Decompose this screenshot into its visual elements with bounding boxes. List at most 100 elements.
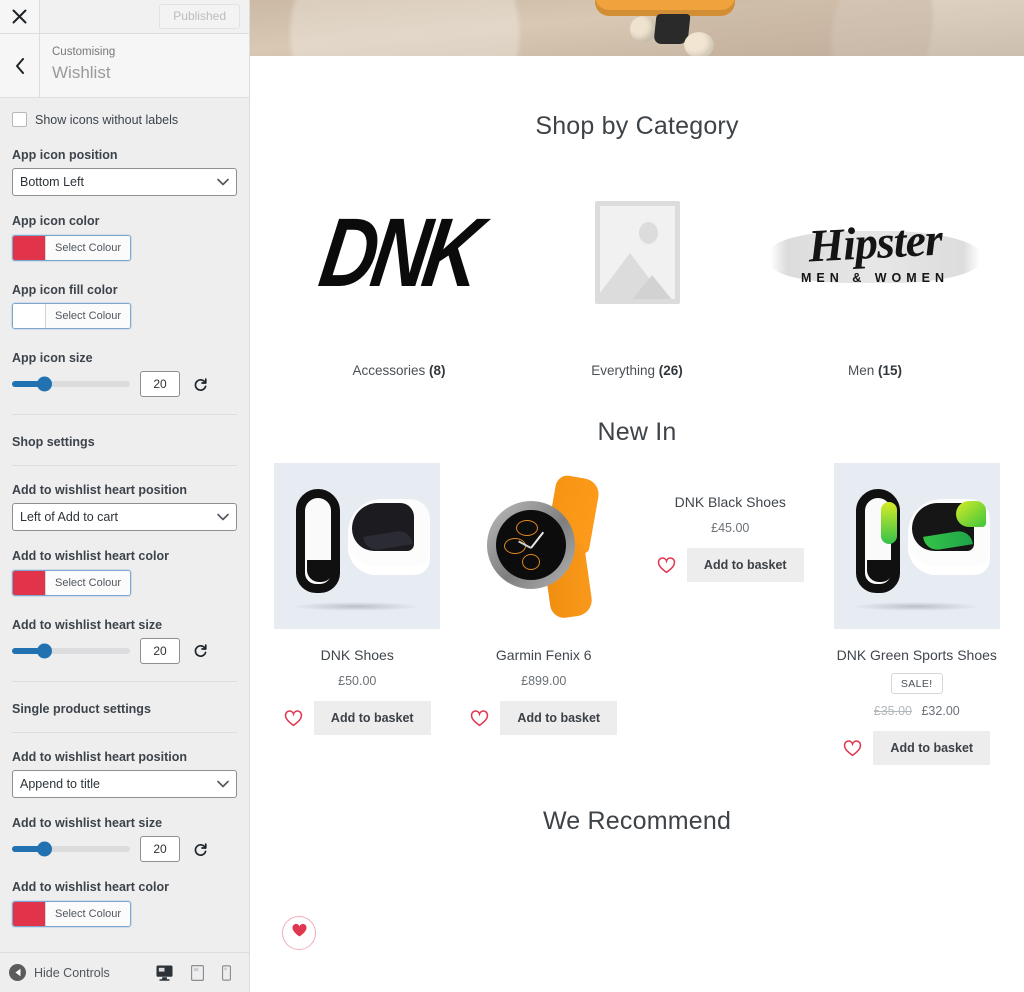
product-card[interactable]: DNK Green Sports Shoes SALE! £35.00 £32.…	[824, 463, 1011, 766]
category-label: Men (15)	[848, 363, 902, 378]
product-price: £50.00	[338, 674, 377, 689]
dnk-green-sports-shoes-image[interactable]	[833, 463, 1000, 629]
shop-heart-color-select-button[interactable]: Select Colour	[46, 570, 131, 595]
app-icon-position-select[interactable]: Bottom Left	[12, 168, 237, 197]
show-icons-without-labels-row[interactable]: Show icons without labels	[12, 112, 237, 127]
breadcrumb: Customising	[52, 46, 116, 58]
shop-heart-size-slider[interactable]	[12, 643, 130, 659]
app-icon-fill-color-label: App icon fill color	[12, 282, 118, 297]
app-icon-fill-color-picker[interactable]: Select Colour	[12, 302, 132, 329]
dnk-shoes-image[interactable]	[274, 463, 441, 629]
app-icon-fill-color-swatch[interactable]	[13, 303, 46, 328]
app-icon-size-label: App icon size	[12, 350, 93, 365]
panel-titles: Customising Wishlist	[40, 34, 115, 97]
divider-single-2	[12, 731, 237, 733]
chevron-left-icon[interactable]	[0, 34, 40, 97]
app-icon-position-control: App icon position Bottom Left	[12, 147, 237, 197]
app-icon-size-slider[interactable]	[12, 376, 130, 392]
product-title[interactable]: Garmin Fenix 6	[496, 646, 592, 664]
app-icon-color-swatch[interactable]	[13, 235, 46, 260]
reset-icon[interactable]	[190, 374, 210, 394]
customizer-footer: Hide Controls	[0, 952, 249, 992]
dnk-logo-icon: DNK	[313, 197, 485, 307]
product-card[interactable]: DNK Shoes £50.00 Add to basket	[264, 463, 451, 736]
add-to-wishlist-heart-icon[interactable]	[843, 740, 862, 757]
product-card[interactable]: DNK Black Shoes £45.00 Add to basket	[637, 463, 824, 583]
single-heart-color-picker[interactable]: Select Colour	[12, 900, 132, 927]
category-grid: DNK Accessories (8) Everything (26) Hips…	[250, 157, 1024, 378]
skateboard-wheel-front	[630, 16, 656, 42]
shop-heart-position-select[interactable]: Left of Add to cart	[12, 503, 237, 532]
category-name: Men	[847, 363, 875, 378]
collapse-icon	[9, 964, 26, 981]
product-card[interactable]: Garmin Fenix 6 £899.00 Add to basket	[451, 463, 638, 736]
reset-icon[interactable]	[190, 641, 210, 661]
customizer-sidebar: Published Customising Wishlist Show icon…	[0, 0, 250, 992]
customizer-topbar: Published	[0, 0, 249, 34]
reset-icon[interactable]	[190, 839, 210, 859]
product-price: £35.00 £32.00	[874, 704, 960, 718]
floating-wishlist-button[interactable]	[282, 916, 316, 950]
single-heart-position-select[interactable]: Append to title	[12, 770, 237, 798]
shop-heart-size-input[interactable]	[140, 637, 180, 664]
app-icon-size-input[interactable]	[140, 371, 180, 397]
category-card-men[interactable]: Hipster MEN & WOMEN Men (15)	[756, 157, 994, 378]
single-heart-color-select-button[interactable]: Select Colour	[46, 901, 131, 926]
desktop-icon[interactable]	[156, 964, 173, 981]
add-to-basket-button[interactable]: Add to basket	[873, 731, 991, 766]
mobile-icon[interactable]	[222, 964, 231, 981]
single-heart-color-control: Add to wishlist heart color Select Colou…	[12, 879, 237, 930]
single-heart-size-slider[interactable]	[12, 841, 130, 857]
site-preview[interactable]: Shop by Category DNK Accessories (8) Eve…	[250, 0, 1024, 992]
product-title[interactable]: DNK Shoes	[321, 646, 394, 664]
add-to-basket-button[interactable]: Add to basket	[686, 548, 804, 583]
single-heart-size-label: Add to wishlist heart size	[12, 816, 163, 830]
add-to-basket-button[interactable]: Add to basket	[500, 701, 618, 736]
app-icon-color-picker[interactable]: Select Colour	[12, 234, 132, 261]
product-sale-price: £32.00	[921, 704, 960, 719]
garmin-fenix-6-image[interactable]	[461, 463, 627, 629]
sale-badge: SALE!	[890, 673, 943, 695]
hide-controls-button[interactable]: Hide Controls	[9, 964, 110, 981]
shop-by-category-title: Shop by Category	[535, 112, 739, 140]
category-card-accessories[interactable]: DNK Accessories (8)	[280, 157, 518, 378]
close-icon[interactable]	[0, 0, 40, 33]
add-to-basket-button[interactable]: Add to basket	[313, 701, 431, 736]
shop-heart-color-picker[interactable]: Select Colour	[12, 569, 132, 596]
publish-button[interactable]: Published	[159, 4, 240, 29]
app-icon-fill-color-select-button[interactable]: Select Colour	[46, 303, 131, 328]
shop-heart-size-label: Add to wishlist heart size	[12, 617, 163, 632]
tablet-icon[interactable]	[191, 964, 204, 981]
shop-heart-position-control: Add to wishlist heart position Left of A…	[12, 482, 237, 532]
app-icon-color-label: App icon color	[12, 214, 100, 229]
add-to-wishlist-heart-icon[interactable]	[470, 710, 489, 727]
divider-shop-2	[12, 465, 237, 466]
show-icons-checkbox[interactable]	[12, 112, 27, 127]
product-old-price: £35.00	[873, 704, 912, 719]
shop-heart-position-select-wrap: Left of Add to cart	[12, 503, 237, 532]
customizer-app: Published Customising Wishlist Show icon…	[0, 0, 1024, 992]
app-icon-color-select-button[interactable]: Select Colour	[46, 235, 131, 260]
app-icon-position-select-wrap: Bottom Left	[12, 168, 237, 197]
add-to-wishlist-heart-icon[interactable]	[657, 557, 676, 574]
category-count: (26)	[658, 363, 683, 378]
shop-heart-color-swatch[interactable]	[13, 570, 46, 595]
single-heart-position-control: Add to wishlist heart position Append to…	[12, 749, 237, 798]
shop-heart-position-label: Add to wishlist heart position	[12, 483, 187, 497]
product-actions: Add to basket	[284, 701, 431, 736]
category-count: (15)	[878, 363, 903, 378]
product-price: £45.00	[711, 521, 750, 536]
placeholder-image-icon	[518, 157, 756, 347]
shop-settings-heading: Shop settings	[12, 435, 95, 449]
app-icon-size-control: App icon size	[12, 350, 237, 397]
single-heart-size-input[interactable]	[140, 836, 180, 863]
heart-filled-icon	[291, 923, 308, 943]
category-card-everything[interactable]: Everything (26)	[518, 157, 756, 378]
product-title[interactable]: DNK Black Shoes	[675, 493, 786, 511]
add-to-wishlist-heart-icon[interactable]	[284, 710, 303, 727]
category-name: Accessories	[352, 363, 426, 378]
single-heart-color-swatch[interactable]	[13, 901, 46, 926]
product-actions: Add to basket	[657, 548, 804, 583]
product-title[interactable]: DNK Green Sports Shoes	[837, 646, 997, 664]
